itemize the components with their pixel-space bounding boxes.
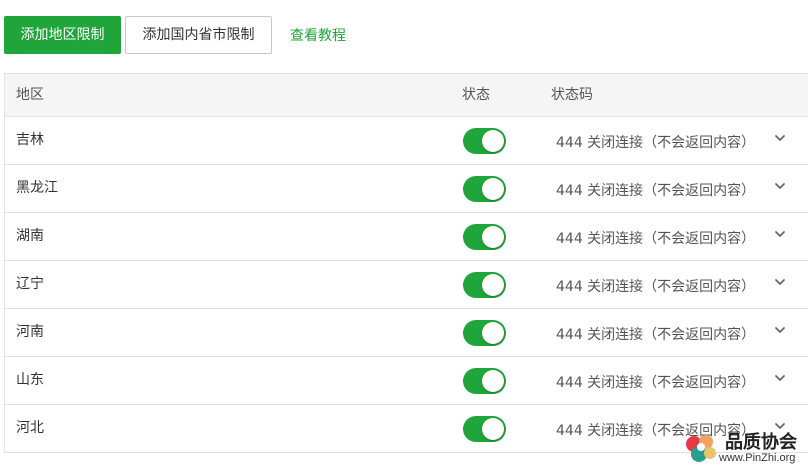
region-name: 山东 <box>16 372 44 388</box>
toggle-knob <box>482 322 504 344</box>
add-region-restriction-button[interactable]: 添加地区限制 <box>4 16 121 54</box>
region-name: 黑龙江 <box>16 180 58 196</box>
table-row: 山东 444 关闭连接（不会返回内容） <box>5 357 808 405</box>
watermark-name: 品质协会 <box>725 432 797 453</box>
table-row: 辽宁 444 关闭连接（不会返回内容） <box>5 261 808 309</box>
region-restriction-table: 地区 状态 状态码 吉林 444 关闭连接（不会返回内容） 黑龙江 444 关闭连接（… <box>4 73 808 453</box>
chevron-down-icon <box>775 327 785 333</box>
watermark: 品质协会 www.PinZhi.org <box>681 428 805 466</box>
table-row: 河南 444 关闭连接（不会返回内容） <box>5 309 808 357</box>
watermark-logo-icon <box>686 435 716 462</box>
table-row: 吉林 444 关闭连接（不会返回内容） <box>5 117 808 165</box>
status-code-value: 444 关闭连接（不会返回内容） <box>556 375 756 391</box>
column-header-region: 地区 <box>16 87 44 103</box>
status-code-value: 444 关闭连接（不会返回内容） <box>556 183 756 199</box>
toggle-knob <box>482 418 504 440</box>
table-row: 湖南 444 关闭连接（不会返回内容） <box>5 213 808 261</box>
toggle-knob <box>482 370 504 392</box>
status-toggle[interactable] <box>463 320 506 346</box>
status-toggle[interactable] <box>463 224 506 250</box>
status-code-select[interactable]: 444 关闭连接（不会返回内容） <box>552 165 797 212</box>
status-code-select[interactable]: 444 关闭连接（不会返回内容） <box>552 357 797 404</box>
status-code-value: 444 关闭连接（不会返回内容） <box>556 279 756 295</box>
status-code-value: 444 关闭连接（不会返回内容） <box>556 135 756 151</box>
chevron-down-icon <box>775 279 785 285</box>
view-tutorial-link[interactable]: 查看教程 <box>290 25 346 45</box>
add-province-restriction-button[interactable]: 添加国内省市限制 <box>125 16 272 54</box>
chevron-down-icon <box>775 183 785 189</box>
toggle-knob <box>482 274 504 296</box>
status-code-value: 444 关闭连接（不会返回内容） <box>556 327 756 343</box>
toggle-knob <box>482 226 504 248</box>
region-name: 湖南 <box>16 228 44 244</box>
table-body: 吉林 444 关闭连接（不会返回内容） 黑龙江 444 关闭连接（不会返回内容） 湖南 4… <box>5 117 808 453</box>
status-toggle[interactable] <box>463 416 506 442</box>
status-code-value: 444 关闭连接（不会返回内容） <box>556 231 756 247</box>
toggle-knob <box>482 130 504 152</box>
toggle-knob <box>482 178 504 200</box>
column-header-status: 状态 <box>462 87 490 103</box>
chevron-down-icon <box>775 231 785 237</box>
status-code-select[interactable]: 444 关闭连接（不会返回内容） <box>552 261 797 308</box>
watermark-url: www.PinZhi.org <box>719 452 796 464</box>
status-code-select[interactable]: 444 关闭连接（不会返回内容） <box>552 117 797 164</box>
status-toggle[interactable] <box>463 128 506 154</box>
table-row: 黑龙江 444 关闭连接（不会返回内容） <box>5 165 808 213</box>
chevron-down-icon <box>775 135 785 141</box>
status-toggle[interactable] <box>463 176 506 202</box>
status-toggle[interactable] <box>463 272 506 298</box>
region-name: 河北 <box>16 420 44 436</box>
region-name: 吉林 <box>16 132 44 148</box>
status-code-select[interactable]: 444 关闭连接（不会返回内容） <box>552 309 797 356</box>
status-toggle[interactable] <box>463 368 506 394</box>
chevron-down-icon <box>775 375 785 381</box>
region-name: 河南 <box>16 324 44 340</box>
region-name: 辽宁 <box>16 276 44 292</box>
column-header-status-code: 状态码 <box>551 87 593 103</box>
table-header: 地区 状态 状态码 <box>5 74 808 117</box>
toolbar: 添加地区限制 添加国内省市限制 查看教程 <box>4 16 346 54</box>
status-code-select[interactable]: 444 关闭连接（不会返回内容） <box>552 213 797 260</box>
